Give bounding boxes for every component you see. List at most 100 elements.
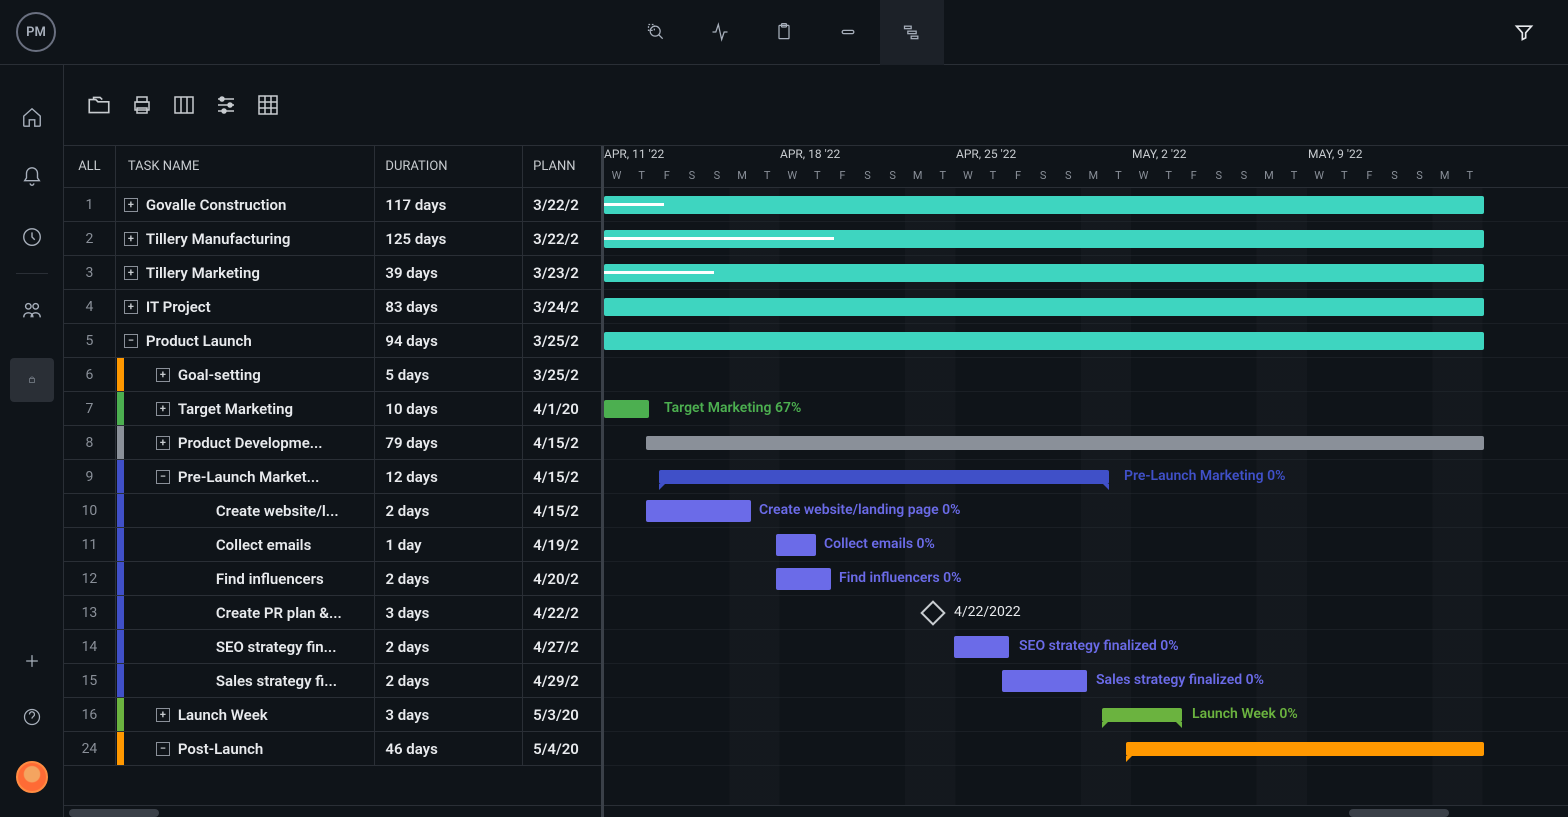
task-name-cell[interactable]: Find influencers [116,562,376,595]
gantt-row[interactable]: Collect emails 0% [604,528,1568,562]
grid-icon[interactable] [256,93,280,117]
gantt-row[interactable]: Create website/landing page 0% [604,494,1568,528]
gantt-row[interactable] [604,222,1568,256]
add-icon[interactable] [20,649,44,673]
task-name-cell[interactable]: SEO strategy fin... [116,630,376,663]
gantt-bar[interactable] [954,636,1009,658]
task-name-cell[interactable]: +Govalle Construction [116,188,376,221]
task-row[interactable]: 14 SEO strategy fin... 2 days 4/27/2 [64,630,601,664]
expand-icon[interactable]: + [124,198,138,212]
expand-icon[interactable]: + [124,232,138,246]
task-name-cell[interactable]: +Launch Week [116,698,376,731]
gantt-bar[interactable] [604,332,1484,350]
recent-icon[interactable] [20,225,44,249]
help-icon[interactable] [20,705,44,729]
grid-scrollbar[interactable] [64,805,601,817]
task-row[interactable]: 24 −Post-Launch 46 days 5/4/20 [64,732,601,766]
milestone-diamond[interactable] [920,600,945,625]
gantt-row[interactable] [604,732,1568,766]
task-name-cell[interactable]: Collect emails [116,528,376,561]
filter-button[interactable] [1504,12,1544,52]
gantt-row[interactable]: Launch Week 0% [604,698,1568,732]
gantt-bar[interactable] [604,196,1484,214]
task-name-cell[interactable]: +Tillery Marketing [116,256,376,289]
task-name-cell[interactable]: +Target Marketing [116,392,376,425]
gantt-row[interactable]: 4/22/2022 [604,596,1568,630]
task-row[interactable]: 8 +Product Developme... 79 days 4/15/2 [64,426,601,460]
task-name-cell[interactable]: +Goal-setting [116,358,376,391]
expand-icon[interactable]: + [124,300,138,314]
gantt-bar[interactable] [604,400,649,418]
expand-icon[interactable]: + [124,266,138,280]
col-task-name[interactable]: TASK NAME [116,146,376,187]
gantt-bar[interactable] [646,500,751,522]
col-duration[interactable]: DURATION [375,146,523,187]
task-name-cell[interactable]: −Pre-Launch Market... [116,460,376,493]
gantt-bar[interactable] [776,534,816,556]
gantt-bar[interactable] [604,264,1484,282]
gantt-body[interactable]: Target Marketing 67% Pre-Launch Marketing… [604,188,1568,805]
task-name-cell[interactable]: Create website/l... [116,494,376,527]
gantt-icon[interactable] [880,0,944,65]
task-row[interactable]: 6 +Goal-setting 5 days 3/25/2 [64,358,601,392]
task-name-cell[interactable]: +Tillery Manufacturing [116,222,376,255]
expand-icon[interactable]: + [156,436,170,450]
print-icon[interactable] [130,93,154,117]
task-row[interactable]: 9 −Pre-Launch Market... 12 days 4/15/2 [64,460,601,494]
task-name-cell[interactable]: −Post-Launch [116,732,376,765]
gantt-row[interactable]: Sales strategy finalized 0% [604,664,1568,698]
gantt-bar[interactable] [1102,708,1182,722]
gantt-bar[interactable] [646,436,1484,450]
gantt-row[interactable]: Pre-Launch Marketing 0% [604,460,1568,494]
task-row[interactable]: 7 +Target Marketing 10 days 4/1/20 [64,392,601,426]
col-all[interactable]: ALL [64,146,116,187]
gantt-row[interactable]: Target Marketing 67% [604,392,1568,426]
collapse-icon[interactable]: − [124,334,138,348]
task-name-cell[interactable]: Sales strategy fi... [116,664,376,697]
gantt-row[interactable] [604,256,1568,290]
settings-sliders-icon[interactable] [214,93,238,117]
gantt-row[interactable] [604,426,1568,460]
collapse-icon[interactable]: − [156,470,170,484]
expand-icon[interactable]: + [156,402,170,416]
expand-icon[interactable]: + [156,708,170,722]
col-planned[interactable]: PLANN [523,146,601,187]
task-row[interactable]: 4 +IT Project 83 days 3/24/2 [64,290,601,324]
task-row[interactable]: 5 −Product Launch 94 days 3/25/2 [64,324,601,358]
team-icon[interactable] [20,298,44,322]
user-avatar[interactable] [16,761,48,793]
task-row[interactable]: 11 Collect emails 1 day 4/19/2 [64,528,601,562]
search-zoom-icon[interactable] [624,0,688,65]
task-row[interactable]: 12 Find influencers 2 days 4/20/2 [64,562,601,596]
collapse-icon[interactable]: − [156,742,170,756]
gantt-row[interactable] [604,358,1568,392]
projects-icon[interactable] [10,358,54,402]
link-icon[interactable] [816,0,880,65]
gantt-row[interactable] [604,290,1568,324]
task-row[interactable]: 10 Create website/l... 2 days 4/15/2 [64,494,601,528]
task-name-cell[interactable]: Create PR plan &... [116,596,376,629]
task-row[interactable]: 16 +Launch Week 3 days 5/3/20 [64,698,601,732]
gantt-bar[interactable] [1126,742,1484,756]
task-name-cell[interactable]: +IT Project [116,290,376,323]
gantt-scrollbar[interactable] [604,805,1568,817]
gantt-row[interactable] [604,324,1568,358]
gantt-bar[interactable] [604,298,1484,316]
gantt-bar[interactable] [1002,670,1087,692]
task-row[interactable]: 13 Create PR plan &... 3 days 4/22/2 [64,596,601,630]
gantt-row[interactable]: SEO strategy finalized 0% [604,630,1568,664]
gantt-bar[interactable] [776,568,831,590]
task-row[interactable]: 15 Sales strategy fi... 2 days 4/29/2 [64,664,601,698]
activity-icon[interactable] [688,0,752,65]
task-name-cell[interactable]: −Product Launch [116,324,376,357]
task-row[interactable]: 2 +Tillery Manufacturing 125 days 3/22/2 [64,222,601,256]
gantt-bar[interactable] [659,470,1109,484]
task-name-cell[interactable]: +Product Developme... [116,426,376,459]
expand-icon[interactable]: + [156,368,170,382]
gantt-row[interactable]: Find influencers 0% [604,562,1568,596]
clipboard-icon[interactable] [752,0,816,65]
gantt-row[interactable] [604,188,1568,222]
columns-icon[interactable] [172,93,196,117]
notifications-icon[interactable] [20,165,44,189]
task-row[interactable]: 1 +Govalle Construction 117 days 3/22/2 [64,188,601,222]
